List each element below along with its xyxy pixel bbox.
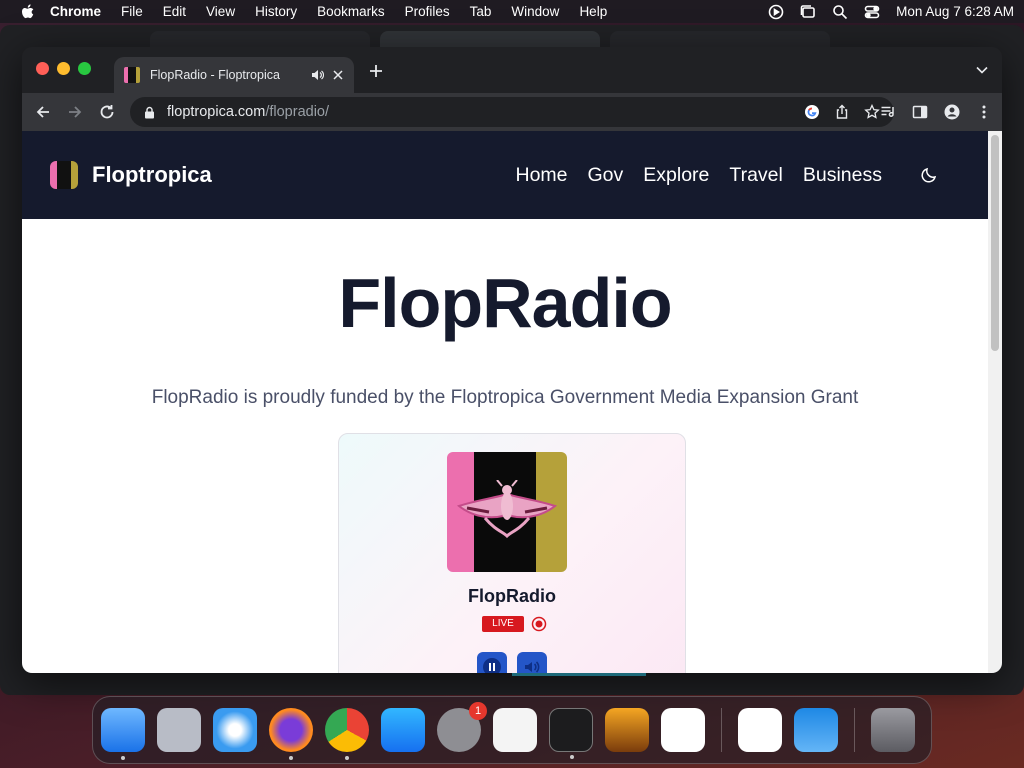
firefox-icon[interactable] xyxy=(269,708,313,760)
chrome-menu-kebab-icon[interactable] xyxy=(976,104,992,120)
brand-name: Floptropica xyxy=(92,162,212,187)
dark-mode-moon-icon[interactable] xyxy=(920,166,938,184)
media-controls-icon[interactable] xyxy=(880,104,896,120)
maximize-window-button[interactable] xyxy=(78,62,91,75)
site-brand[interactable]: Floptropica xyxy=(50,161,212,189)
window-controls xyxy=(36,62,91,75)
close-tab-icon[interactable] xyxy=(332,69,344,81)
control-center-icon[interactable] xyxy=(864,4,880,20)
minimize-window-button[interactable] xyxy=(57,62,70,75)
tab-title: FlopRadio - Floptropica xyxy=(150,68,280,82)
screen-recording-icon[interactable] xyxy=(768,4,784,20)
finder-icon[interactable] xyxy=(101,708,145,760)
menu-window[interactable]: Window xyxy=(511,4,559,19)
audio-playing-icon[interactable] xyxy=(310,68,324,82)
station-name: FlopRadio xyxy=(468,586,556,606)
page-scrollbar[interactable] xyxy=(988,131,1002,673)
new-tab-icon[interactable] xyxy=(368,63,384,79)
site-header: Floptropica Home Gov Explore Travel Busi… xyxy=(22,131,988,219)
moth-emblem-icon xyxy=(456,480,558,539)
menu-help[interactable]: Help xyxy=(579,4,607,19)
menu-bookmarks[interactable]: Bookmarks xyxy=(317,4,385,19)
apple-icon[interactable] xyxy=(20,3,34,20)
radio-player-card: FlopRadio LIVE xyxy=(338,433,686,673)
volume-button[interactable] xyxy=(517,652,547,673)
active-tab[interactable]: FlopRadio - Floptropica xyxy=(114,57,354,93)
launchpad-icon[interactable] xyxy=(157,708,201,752)
url-path: /flopradio/ xyxy=(265,104,330,120)
audio-progress-bar xyxy=(512,673,646,676)
menu-file[interactable]: File xyxy=(121,4,143,19)
terminal-icon[interactable] xyxy=(549,708,593,759)
bookmark-star-icon[interactable] xyxy=(864,104,880,120)
lock-icon[interactable] xyxy=(144,106,155,119)
floptropica-logo xyxy=(50,161,78,189)
menu-edit[interactable]: Edit xyxy=(163,4,186,19)
google-lens-icon[interactable] xyxy=(804,104,820,120)
nav-explore[interactable]: Explore xyxy=(643,164,709,187)
profile-avatar-icon[interactable] xyxy=(944,104,960,120)
pause-icon xyxy=(483,658,501,673)
nav-travel[interactable]: Travel xyxy=(729,164,782,187)
scrollbar-thumb[interactable] xyxy=(991,135,999,351)
spotlight-search-icon[interactable] xyxy=(832,4,848,20)
nav-gov[interactable]: Gov xyxy=(588,164,624,187)
dock-separator xyxy=(721,708,722,752)
live-badge: LIVE xyxy=(482,616,524,632)
close-window-button[interactable] xyxy=(36,62,49,75)
menu-tab[interactable]: Tab xyxy=(470,4,492,19)
share-icon[interactable] xyxy=(834,104,850,120)
browser-toolbar: floptropica.com/flopradio/ xyxy=(22,93,1002,131)
system-settings-icon[interactable]: 1 xyxy=(437,702,487,752)
nav-business[interactable]: Business xyxy=(803,164,882,187)
trash-icon[interactable] xyxy=(871,708,915,752)
weather-icon[interactable] xyxy=(794,708,838,752)
menu-bar: Chrome File Edit View History Bookmarks … xyxy=(0,0,1024,23)
chrome-icon[interactable] xyxy=(325,708,369,760)
nav-home[interactable]: Home xyxy=(515,164,567,187)
back-arrow-icon[interactable] xyxy=(34,103,52,121)
tab-strip: FlopRadio - Floptropica xyxy=(22,47,1002,93)
dock-separator xyxy=(854,708,855,752)
menubar-clock[interactable]: Mon Aug 7 6:28 AM xyxy=(896,4,1014,19)
page-subtitle: FlopRadio is proudly funded by the Flopt… xyxy=(151,387,859,408)
chrome-window: FlopRadio - Floptropica floptropica.com /… xyxy=(22,47,1002,673)
menu-app-name[interactable]: Chrome xyxy=(50,4,101,19)
vscode-icon[interactable] xyxy=(661,708,705,752)
floptropica-favicon xyxy=(124,67,140,83)
address-bar[interactable]: floptropica.com/flopradio/ xyxy=(130,97,894,127)
textedit-icon[interactable] xyxy=(493,708,537,752)
menu-history[interactable]: History xyxy=(255,4,297,19)
safari-icon[interactable] xyxy=(213,708,257,752)
garageband-icon[interactable] xyxy=(605,708,649,752)
app-store-icon[interactable] xyxy=(381,708,425,752)
macos-dock: 1 xyxy=(92,696,932,764)
page-viewport: Floptropica Home Gov Explore Travel Busi… xyxy=(22,131,988,673)
reload-icon[interactable] xyxy=(98,103,116,121)
volume-icon xyxy=(525,661,540,673)
tab-search-chevron-icon[interactable] xyxy=(976,65,988,75)
settings-badge: 1 xyxy=(469,702,487,720)
menu-profiles[interactable]: Profiles xyxy=(405,4,450,19)
pause-button[interactable] xyxy=(477,652,507,673)
side-panel-icon[interactable] xyxy=(912,104,928,120)
site-nav: Home Gov Explore Travel Business xyxy=(515,164,960,187)
menu-view[interactable]: View xyxy=(206,4,235,19)
window-switcher-icon[interactable] xyxy=(800,4,816,20)
url-host: floptropica.com xyxy=(167,104,266,120)
visual-studio-icon[interactable] xyxy=(738,708,782,752)
record-indicator-icon xyxy=(531,616,547,632)
page-title: FlopRadio xyxy=(338,264,672,342)
forward-arrow-icon[interactable] xyxy=(66,103,84,121)
station-cover-art xyxy=(447,452,567,572)
